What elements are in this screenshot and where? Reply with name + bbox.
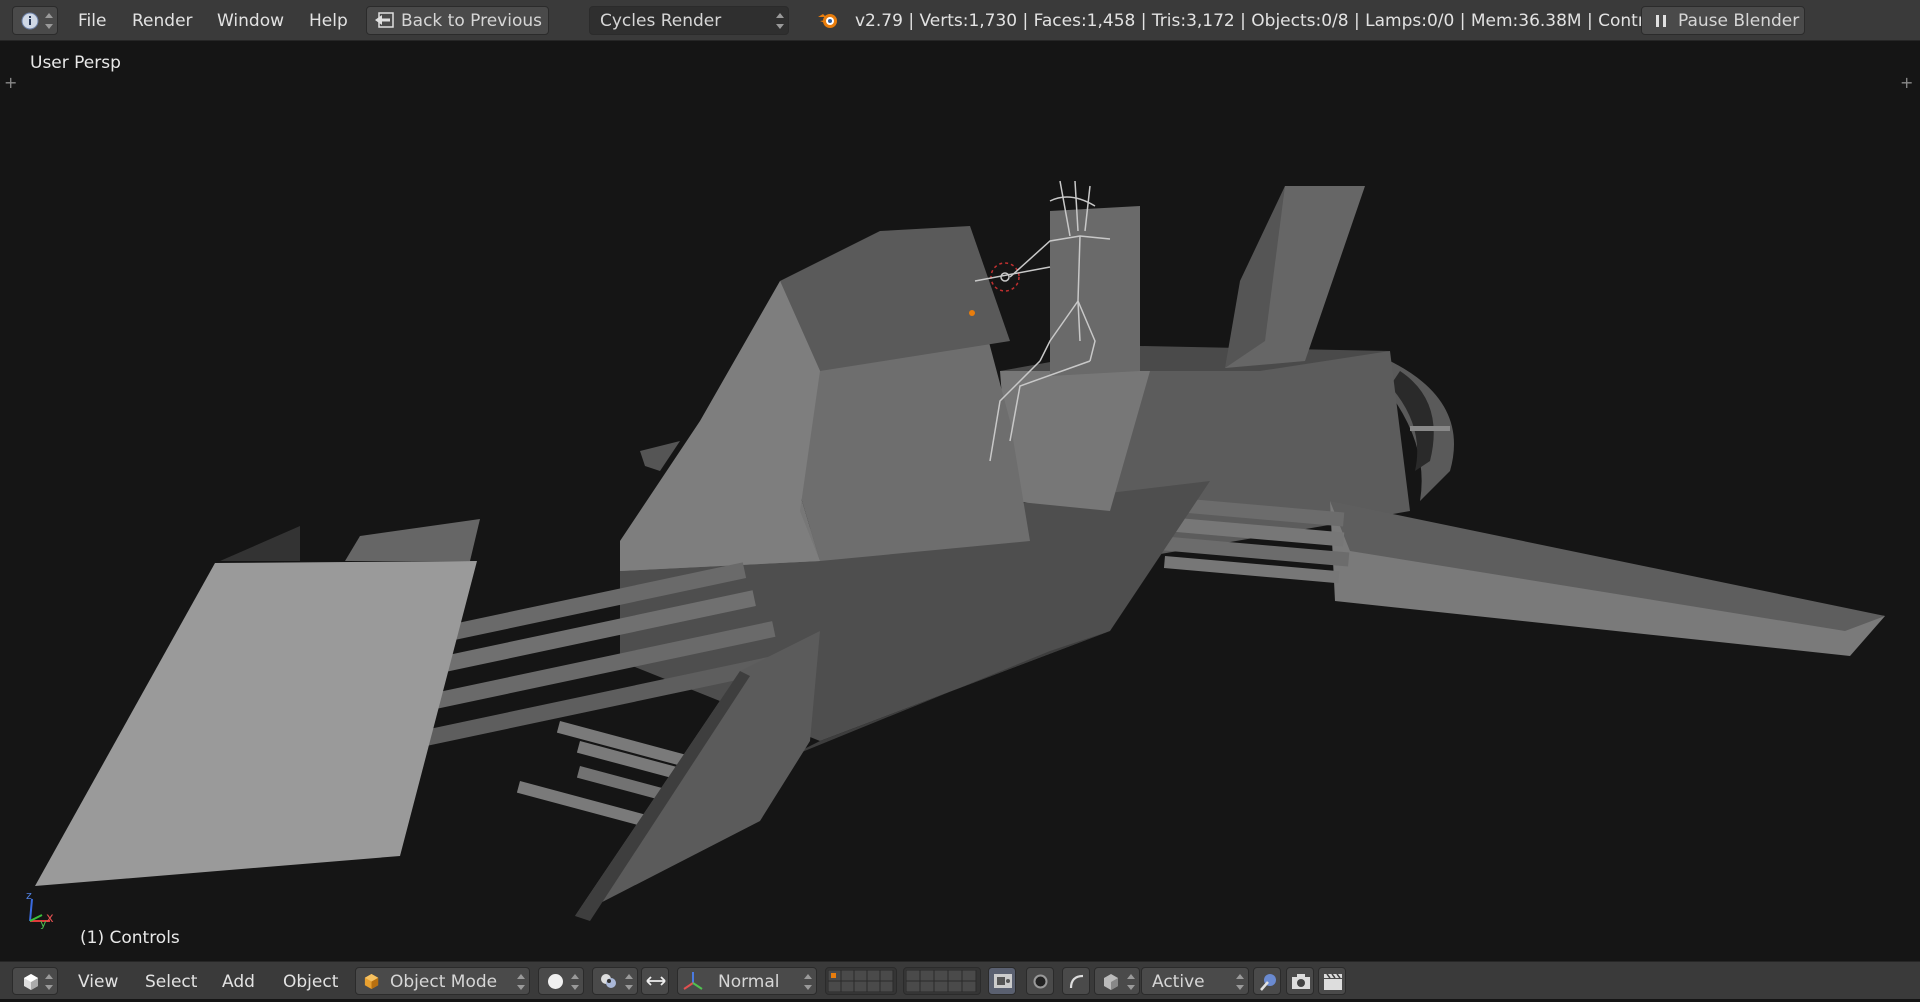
render-engine-dropdown[interactable]: Cycles Render <box>589 6 789 35</box>
seat-backrest <box>1050 206 1140 376</box>
layers-left-block[interactable] <box>825 967 897 995</box>
axis-z-label: z <box>26 889 32 902</box>
menu-select[interactable]: Select <box>145 962 197 1000</box>
wing-top-left <box>220 526 300 561</box>
manipulator-toggle[interactable] <box>641 967 669 995</box>
object-mode-dropdown[interactable]: Object Mode <box>355 967 530 995</box>
dropdown-arrows <box>571 974 579 990</box>
object-mode-icon <box>364 973 379 990</box>
dropdown-arrows <box>776 13 784 29</box>
lock-camera-icon <box>994 974 1012 988</box>
3d-viewport[interactable]: User Persp + + x y z (1) Controls <box>0 41 1920 961</box>
axis-x-label: x <box>46 911 54 926</box>
menu-render[interactable]: Render <box>132 0 193 41</box>
blender-logo-icon <box>818 14 837 28</box>
render-snapshot-button[interactable] <box>1286 967 1314 995</box>
editor-type-button[interactable] <box>12 6 58 35</box>
pivot-point-dropdown[interactable] <box>592 967 638 995</box>
snap-target-label: Active <box>1152 972 1205 992</box>
layers-right-block[interactable] <box>903 967 981 995</box>
menu-object[interactable]: Object <box>283 962 338 1000</box>
pause-icon <box>1656 15 1666 27</box>
scene-stats: v2.79 | Verts:1,730 | Faces:1,458 | Tris… <box>855 11 1669 31</box>
info-header: File Render Window Help Back to Previous… <box>0 0 1920 41</box>
proportional-icon <box>1069 974 1084 989</box>
menu-add[interactable]: Add <box>222 962 255 1000</box>
menu-file[interactable]: File <box>78 0 106 41</box>
opengl-render-button[interactable] <box>1253 967 1281 995</box>
wing-top-right <box>345 519 480 561</box>
render-engine-label: Cycles Render <box>600 11 722 31</box>
lock-camera-toggle[interactable] <box>988 967 1016 995</box>
pivot-icon <box>601 974 616 988</box>
camera-icon <box>1292 974 1310 989</box>
dropdown-arrows <box>45 13 53 29</box>
object-mode-label: Object Mode <box>390 972 498 992</box>
3d-view-header: View Select Add Object Object Mode Norma… <box>0 961 1920 999</box>
transform-axes-icon <box>683 972 703 990</box>
dropdown-arrows <box>45 974 53 990</box>
render-animation-button[interactable] <box>1318 967 1346 995</box>
dropdown-arrows <box>804 974 812 990</box>
dropdown-arrows <box>517 974 525 990</box>
layers-icon <box>828 970 894 992</box>
snap-element-icon <box>1104 974 1118 990</box>
back-icon <box>375 12 394 28</box>
shading-solid-icon <box>548 974 563 989</box>
object-origin <box>969 310 975 316</box>
transform-orientation-dropdown[interactable]: Normal <box>677 967 817 995</box>
cube-icon <box>24 974 38 990</box>
back-to-previous-button[interactable]: Back to Previous <box>366 6 549 35</box>
snap-target-dropdown[interactable]: Active <box>1141 967 1249 995</box>
render-icon <box>1033 974 1048 989</box>
editor-type-3d-button[interactable] <box>12 967 58 995</box>
proportional-edit-toggle[interactable] <box>1062 967 1090 995</box>
snap-icon <box>1260 974 1276 991</box>
pause-blender-button[interactable]: Pause Blender <box>1641 6 1805 35</box>
menu-window[interactable]: Window <box>217 0 284 41</box>
layers-icon-2 <box>906 970 977 992</box>
snap-element-dropdown[interactable] <box>1094 967 1140 995</box>
active-object-label: (1) Controls <box>80 928 180 948</box>
back-to-previous-label: Back to Previous <box>401 11 542 31</box>
transform-orientation-label: Normal <box>718 972 780 992</box>
menu-view[interactable]: View <box>78 962 118 1000</box>
render-only-toggle[interactable] <box>1026 967 1054 995</box>
front-left-wing <box>35 561 477 886</box>
dropdown-arrows <box>1127 974 1135 990</box>
axis-y-label: y <box>40 917 47 930</box>
pause-blender-label: Pause Blender <box>1678 11 1800 31</box>
dropdown-arrows <box>1236 974 1244 990</box>
canopy-left <box>620 281 820 571</box>
engine-rod <box>1410 426 1450 431</box>
clapboard-icon <box>1324 973 1342 990</box>
viewport-shading-dropdown[interactable] <box>538 967 584 995</box>
manipulator-icon <box>646 976 666 986</box>
menu-help[interactable]: Help <box>309 0 348 41</box>
spaceship-model[interactable] <box>0 41 1920 961</box>
info-icon <box>21 12 39 30</box>
dropdown-arrows <box>625 974 633 990</box>
